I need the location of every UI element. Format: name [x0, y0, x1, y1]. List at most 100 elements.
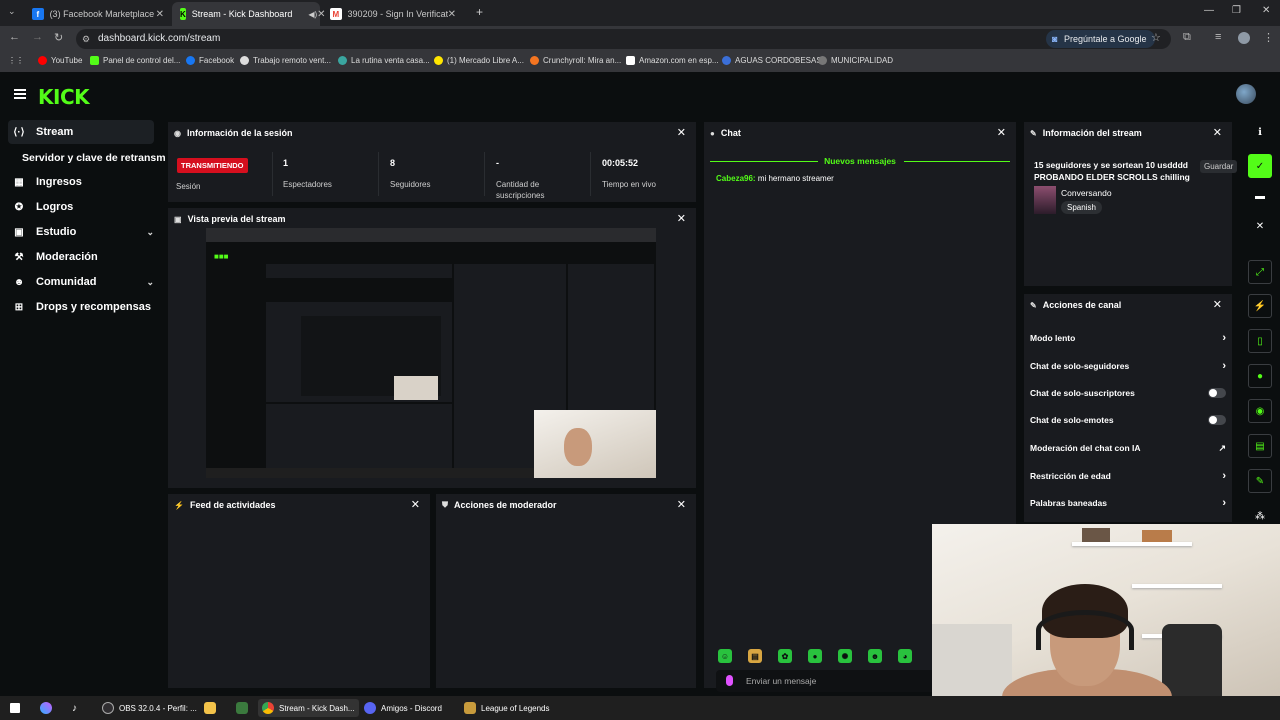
back-icon[interactable]: ←: [9, 31, 20, 43]
layout-icon[interactable]: ▬: [1248, 184, 1272, 208]
sidebar-item-logros[interactable]: ✪ Logros: [8, 195, 154, 219]
emote-icon[interactable]: ✿: [778, 649, 792, 663]
sidebar-item-server-key[interactable]: Servidor y clave de retransm: [18, 146, 178, 170]
wrench-icon[interactable]: ✎: [1248, 469, 1272, 493]
action-age-restriction[interactable]: Restricción de edad ›: [1030, 466, 1226, 486]
microphone-icon[interactable]: [726, 675, 733, 686]
close-icon[interactable]: ✕: [156, 9, 164, 20]
url-text: dashboard.kick.com/stream: [98, 33, 221, 44]
action-ai-moderation[interactable]: Moderación del chat con IA ↗: [1030, 438, 1226, 458]
tiktok-icon[interactable]: ♪: [68, 699, 81, 717]
sidebar-item-moderacion[interactable]: ⚒ Moderación: [8, 245, 154, 269]
bookmark-kick-panel[interactable]: Panel de control del...: [90, 56, 180, 65]
bookmark-trabajo[interactable]: Trabajo remoto vent...: [240, 56, 331, 65]
info-icon[interactable]: ℹ: [1248, 120, 1272, 144]
window-close-icon[interactable]: ✕: [1262, 5, 1270, 16]
taskbar-obs[interactable]: OBS 32.0.4 - Perfil: ...: [98, 699, 201, 717]
sidebar-item-estudio[interactable]: ▣ Estudio ⌄: [8, 220, 154, 244]
close-icon[interactable]: ✕: [1248, 214, 1272, 238]
bookmark-facebook[interactable]: Facebook: [186, 56, 234, 65]
emote-icon[interactable]: ▤: [748, 649, 762, 663]
close-icon[interactable]: ✕: [448, 9, 456, 20]
app-icon[interactable]: [232, 699, 252, 717]
tab-facebook[interactable]: f (3) Facebook Marketplace | Fac ✕: [24, 2, 172, 26]
site-info-icon[interactable]: ⚙: [82, 29, 90, 49]
sidebar-item-label: Stream: [36, 126, 74, 138]
sidebar-item-comunidad[interactable]: ☻ Comunidad ⌄: [8, 270, 154, 294]
broadcast-icon[interactable]: ◉: [1248, 399, 1272, 423]
ask-google-button[interactable]: ◙ Pregúntale a Google: [1046, 30, 1155, 48]
panel-icon[interactable]: ▤: [1248, 434, 1272, 458]
close-icon[interactable]: ✕: [997, 126, 1006, 139]
panel-header: ● Chat: [704, 122, 1016, 144]
sidebar-item-label: Comunidad: [36, 276, 97, 288]
emote-icon[interactable]: ✺: [838, 649, 852, 663]
wrench-icon: ✎: [1030, 300, 1037, 310]
close-icon[interactable]: ✕: [677, 212, 686, 225]
bookmark-mercadolibre[interactable]: (1) Mercado Libre A...: [434, 56, 524, 65]
studio-icon: ▣: [14, 226, 24, 238]
emote-icon[interactable]: ●: [808, 649, 822, 663]
bookmark-municipalidad[interactable]: MUNICIPALIDAD: [818, 56, 893, 65]
action-followers-only[interactable]: Chat de solo-seguidores ›: [1030, 356, 1226, 376]
bookmark-amazon[interactable]: Amazon.com en esp...: [626, 56, 719, 65]
tab-kick-dashboard[interactable]: K Stream - Kick Dashboard ◀) ✕: [172, 2, 326, 26]
subscribers-only-toggle[interactable]: [1208, 388, 1226, 398]
expand-icon[interactable]: ⤢: [1248, 260, 1272, 284]
tab-search-icon[interactable]: ⌄: [8, 6, 16, 17]
close-icon[interactable]: ✕: [677, 126, 686, 139]
sidebar-item-ingresos[interactable]: ▦ Ingresos: [8, 170, 154, 194]
close-icon[interactable]: ✕: [411, 498, 420, 511]
bookmark-star-icon[interactable]: ☆: [1151, 31, 1161, 44]
achievements-icon: ✪: [14, 201, 24, 213]
forward-icon[interactable]: →: [32, 31, 43, 43]
chrome-icon: [262, 702, 274, 714]
close-icon[interactable]: ✕: [1213, 126, 1222, 139]
document-icon[interactable]: ▯: [1248, 329, 1272, 353]
chat-bubble-icon[interactable]: ●: [1248, 364, 1272, 388]
close-icon[interactable]: ✕: [677, 498, 686, 511]
bookmark-label: MUNICIPALIDAD: [831, 56, 894, 65]
chat-username[interactable]: Cabeza96:: [716, 174, 756, 183]
lightning-icon[interactable]: ⚡: [1248, 294, 1272, 318]
taskbar: ♪ OBS 32.0.4 - Perfil: ... Stream - Kick…: [0, 696, 1280, 720]
taskbar-league[interactable]: League of Legends: [460, 699, 554, 717]
action-banned-words[interactable]: Palabras baneadas ›: [1030, 493, 1226, 513]
taskbar-discord[interactable]: Amigos - Discord: [360, 699, 446, 717]
file-explorer-icon[interactable]: [200, 699, 220, 717]
user-avatar[interactable]: [1236, 84, 1256, 104]
copilot-icon[interactable]: [36, 699, 56, 717]
stream-preview-panel: ▣ Vista previa del stream ✕ ■■■: [168, 208, 696, 488]
sidebar-item-stream[interactable]: ⟨·⟩ Stream: [8, 120, 154, 144]
menu-icon[interactable]: [14, 89, 26, 99]
new-tab-icon[interactable]: +: [476, 5, 483, 19]
sidebar-item-drops[interactable]: ⊞ Drops y recompensas: [8, 295, 154, 319]
speaker-icon[interactable]: ◀): [308, 10, 317, 19]
extensions-icon[interactable]: ⧉: [1183, 31, 1191, 44]
bookmark-aguas[interactable]: AGUAS CORDOBESAS: [722, 56, 822, 65]
close-icon[interactable]: ✕: [1213, 298, 1222, 311]
url-input[interactable]: ⚙ dashboard.kick.com/stream: [76, 29, 1171, 49]
chrome-menu-icon[interactable]: ⋮: [1263, 31, 1274, 44]
taskbar-chrome[interactable]: Stream - Kick Dash...: [258, 699, 359, 717]
emotes-only-toggle[interactable]: [1208, 415, 1226, 425]
bookmark-youtube[interactable]: YouTube: [38, 56, 82, 65]
apps-icon[interactable]: ⋮⋮: [8, 56, 24, 65]
reload-icon[interactable]: ↻: [54, 31, 63, 44]
maximize-icon[interactable]: ❐: [1232, 5, 1241, 16]
bookmark-rutina[interactable]: La rutina venta casa...: [338, 56, 430, 65]
save-check-icon[interactable]: ✓: [1248, 154, 1272, 178]
media-icon[interactable]: ≡: [1215, 31, 1221, 43]
divider: [590, 152, 591, 196]
windows-start-icon[interactable]: [6, 699, 24, 717]
minimize-icon[interactable]: —: [1204, 5, 1214, 16]
action-slow-mode[interactable]: Modo lento ›: [1030, 328, 1226, 348]
emote-icon[interactable]: ☻: [868, 649, 882, 663]
profile-avatar[interactable]: [1238, 32, 1250, 44]
bookmark-crunchyroll[interactable]: Crunchyroll: Mira an...: [530, 56, 621, 65]
emote-icon[interactable]: ◕: [898, 649, 912, 663]
stream-preview-video[interactable]: ■■■: [206, 228, 656, 478]
tab-gmail[interactable]: M 390209 - Sign In Verification Co ✕: [322, 2, 464, 26]
kick-logo[interactable]: KICK: [38, 85, 90, 109]
emote-icon[interactable]: ☺: [718, 649, 732, 663]
